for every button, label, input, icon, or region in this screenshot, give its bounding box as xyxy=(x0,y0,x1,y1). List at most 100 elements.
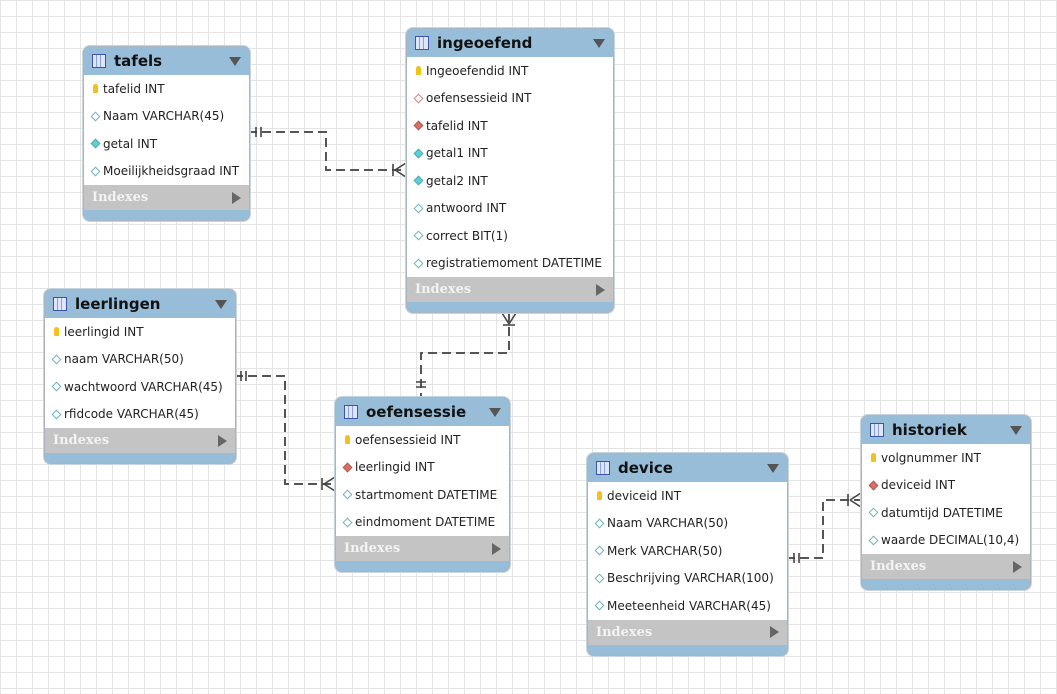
table-ingeoefend[interactable]: ingeoefend Ingeoefendid INT oefensessiei… xyxy=(406,28,614,313)
foreign-key-icon xyxy=(868,479,878,491)
relationship-device-historiek[interactable] xyxy=(786,499,861,559)
expand-arrow-icon[interactable] xyxy=(492,542,501,555)
column-row[interactable]: oefensessieid INT xyxy=(336,426,509,454)
table-icon xyxy=(870,423,884,437)
column-row[interactable]: correct BIT(1) xyxy=(407,222,613,250)
relationship-oefensessie-ingeoefend[interactable] xyxy=(420,313,510,397)
column-icon xyxy=(594,545,604,557)
primary-key-icon xyxy=(51,326,61,338)
column-row[interactable]: Naam VARCHAR(45) xyxy=(84,103,249,131)
column-icon xyxy=(342,516,352,528)
column-label: Ingeoefendid INT xyxy=(426,63,529,78)
expand-arrow-icon[interactable] xyxy=(218,434,227,447)
column-row[interactable]: Naam VARCHAR(50) xyxy=(588,510,787,538)
column-row[interactable]: oefensessieid INT xyxy=(407,85,613,113)
collapse-arrow-icon[interactable] xyxy=(593,38,605,48)
table-device[interactable]: device deviceid INT Naam VARCHAR(50) Mer… xyxy=(587,453,788,656)
table-header[interactable]: device xyxy=(588,454,787,482)
table-name: historiek xyxy=(892,421,967,439)
column-row[interactable]: datumtijd DATETIME xyxy=(862,499,1030,527)
column-label: Naam VARCHAR(50) xyxy=(607,516,729,531)
indexes-section[interactable]: Indexes xyxy=(45,428,235,453)
foreign-key-nullable-icon xyxy=(413,92,423,104)
indexes-section[interactable]: Indexes xyxy=(84,185,249,210)
column-row[interactable]: registratiemoment DATETIME xyxy=(407,250,613,278)
column-label: naam VARCHAR(50) xyxy=(64,352,184,367)
column-label: leerlingid INT xyxy=(355,460,435,475)
column-row[interactable]: Merk VARCHAR(50) xyxy=(588,537,787,565)
column-row[interactable]: waarde DECIMAL(10,4) xyxy=(862,527,1030,555)
column-label: Merk VARCHAR(50) xyxy=(607,543,723,558)
collapse-arrow-icon[interactable] xyxy=(1010,425,1022,435)
column-row[interactable]: tafelid INT xyxy=(84,75,249,103)
column-row[interactable]: wachtwoord VARCHAR(45) xyxy=(45,373,235,401)
collapse-arrow-icon[interactable] xyxy=(215,299,227,309)
primary-key-icon xyxy=(342,434,352,446)
not-null-column-icon xyxy=(90,138,100,150)
column-row[interactable]: eindmoment DATETIME xyxy=(336,509,509,537)
collapse-arrow-icon[interactable] xyxy=(767,463,779,473)
expand-arrow-icon[interactable] xyxy=(232,191,241,204)
collapse-arrow-icon[interactable] xyxy=(489,407,501,417)
column-row[interactable]: Moeilijkheidsgraad INT xyxy=(84,158,249,186)
column-icon xyxy=(51,381,61,393)
column-row[interactable]: tafelid INT xyxy=(407,112,613,140)
table-tafels[interactable]: tafels tafelid INT Naam VARCHAR(45) geta… xyxy=(83,46,250,221)
column-row[interactable]: deviceid INT xyxy=(588,482,787,510)
expand-arrow-icon[interactable] xyxy=(1013,560,1022,573)
expand-arrow-icon[interactable] xyxy=(596,283,605,296)
column-row[interactable]: volgnummer INT xyxy=(862,444,1030,472)
table-leerlingen[interactable]: leerlingen leerlingid INT naam VARCHAR(5… xyxy=(44,289,236,464)
column-label: oefensessieid INT xyxy=(355,432,461,447)
column-label: waarde DECIMAL(10,4) xyxy=(881,533,1020,548)
column-row[interactable]: leerlingid INT xyxy=(336,454,509,482)
column-row[interactable]: startmoment DATETIME xyxy=(336,481,509,509)
collapse-arrow-icon[interactable] xyxy=(229,56,241,66)
table-historiek[interactable]: historiek volgnummer INT deviceid INT da… xyxy=(861,415,1031,590)
table-header[interactable]: ingeoefend xyxy=(407,29,613,57)
expand-arrow-icon[interactable] xyxy=(770,626,779,638)
column-row[interactable]: getal INT xyxy=(84,130,249,158)
column-icon xyxy=(342,489,352,501)
column-row[interactable]: deviceid INT xyxy=(862,472,1030,500)
column-label: wachtwoord VARCHAR(45) xyxy=(64,379,223,394)
column-row[interactable]: Meeteenheid VARCHAR(45) xyxy=(588,592,787,620)
column-label: getal2 INT xyxy=(426,173,488,188)
not-null-column-icon xyxy=(413,147,423,159)
column-icon xyxy=(51,353,61,365)
indexes-label: Indexes xyxy=(596,624,653,640)
table-header[interactable]: tafels xyxy=(84,47,249,75)
column-row[interactable]: Beschrijving VARCHAR(100) xyxy=(588,565,787,593)
column-row[interactable]: leerlingid INT xyxy=(45,318,235,346)
column-label: correct BIT(1) xyxy=(426,228,508,243)
primary-key-icon xyxy=(594,490,604,502)
column-row[interactable]: getal1 INT xyxy=(407,140,613,168)
indexes-section[interactable]: Indexes xyxy=(407,277,613,302)
table-header[interactable]: leerlingen xyxy=(45,290,235,318)
column-row[interactable]: getal2 INT xyxy=(407,167,613,195)
table-oefensessie[interactable]: oefensessie oefensessieid INT leerlingid… xyxy=(335,397,510,572)
indexes-label: Indexes xyxy=(53,433,110,448)
indexes-label: Indexes xyxy=(870,559,927,574)
column-label: tafelid INT xyxy=(103,81,165,96)
indexes-section[interactable]: Indexes xyxy=(336,536,509,561)
table-header[interactable]: historiek xyxy=(862,416,1030,444)
indexes-section[interactable]: Indexes xyxy=(588,619,787,645)
column-row[interactable]: rfidcode VARCHAR(45) xyxy=(45,401,235,429)
column-label: deviceid INT xyxy=(607,488,682,503)
relationship-tafels-ingeoefend[interactable] xyxy=(248,131,406,171)
column-label: Beschrijving VARCHAR(100) xyxy=(607,571,774,586)
indexes-label: Indexes xyxy=(344,541,401,556)
indexes-section[interactable]: Indexes xyxy=(862,554,1030,579)
column-label: startmoment DATETIME xyxy=(355,487,498,502)
column-icon xyxy=(868,534,878,546)
relationship-leerlingen-oefensessie[interactable] xyxy=(234,375,335,485)
foreign-key-icon xyxy=(342,461,352,473)
column-label: eindmoment DATETIME xyxy=(355,515,496,530)
column-label: getal1 INT xyxy=(426,146,488,161)
column-row[interactable]: naam VARCHAR(50) xyxy=(45,346,235,374)
column-row[interactable]: Ingeoefendid INT xyxy=(407,57,613,85)
table-header[interactable]: oefensessie xyxy=(336,398,509,426)
column-row[interactable]: antwoord INT xyxy=(407,195,613,223)
column-label: datumtijd DATETIME xyxy=(881,505,1003,520)
